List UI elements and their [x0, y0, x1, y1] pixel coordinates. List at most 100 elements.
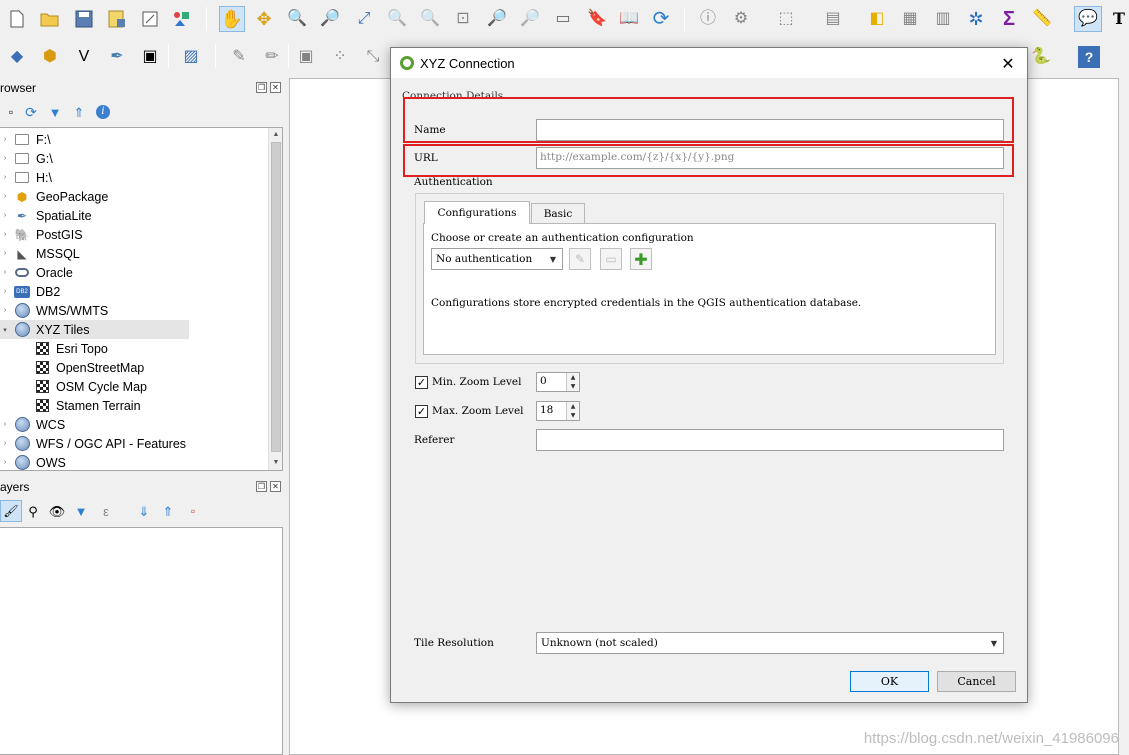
expand-arrow-icon[interactable]: ›	[0, 174, 10, 181]
tree-item-openstreetmap[interactable]: OpenStreetMap	[34, 358, 144, 377]
tree-item-xyz-tiles[interactable]: ▾ XYZ Tiles	[0, 320, 189, 339]
expand-arrow-icon[interactable]: ›	[0, 212, 10, 219]
tile-resolution-select[interactable]: Unknown (not scaled) ▼	[536, 632, 1004, 654]
toggle-editing-icon[interactable]: ▨	[180, 46, 202, 68]
ok-button[interactable]: OK	[850, 671, 929, 692]
info-icon[interactable]: i	[92, 101, 114, 123]
remove-layer-icon[interactable]: ▫	[182, 500, 204, 522]
expand-arrow-icon[interactable]: ›	[0, 193, 10, 200]
browser-scrollbar[interactable]: ▲ ▼	[268, 128, 282, 470]
expand-arrow-icon[interactable]: ›	[0, 269, 10, 276]
tree-item-wcs[interactable]: › WCS	[0, 415, 65, 434]
python-console-icon[interactable]: 🐍	[1030, 46, 1052, 68]
save-as-icon[interactable]	[106, 8, 128, 30]
zoom-last-icon[interactable]: 🔎	[486, 8, 508, 30]
float-panel-button[interactable]: ❐	[256, 82, 267, 93]
expand-arrow-icon[interactable]: ›	[0, 459, 10, 466]
auth-config-select[interactable]: No authentication ▼	[431, 248, 563, 270]
tree-item-h-drive[interactable]: › H:\	[0, 168, 52, 187]
refresh-icon[interactable]: ⟳	[20, 101, 42, 123]
show-bookmarks-icon[interactable]: 📖	[618, 8, 640, 30]
add-feature-icon[interactable]: ⁘	[329, 46, 351, 68]
tree-item-stamen-terrain[interactable]: Stamen Terrain	[34, 396, 141, 415]
scroll-up-icon[interactable]: ▲	[269, 128, 282, 142]
min-zoom-spinbox[interactable]: 0 ▲ ▼	[536, 372, 580, 392]
expand-arrow-icon[interactable]: ›	[0, 231, 10, 238]
expand-arrow-icon[interactable]: ›	[0, 155, 10, 162]
filter-expression-icon[interactable]: ε	[95, 500, 117, 522]
open-project-icon[interactable]	[39, 8, 61, 30]
tree-item-mssql[interactable]: › ◣ MSSQL	[0, 244, 80, 263]
select-icon[interactable]: ⚙	[730, 8, 752, 30]
max-zoom-spinbox[interactable]: 18 ▲ ▼	[536, 401, 580, 421]
sum-icon[interactable]: Σ	[998, 8, 1020, 30]
filter-legend-icon[interactable]: ▼	[70, 500, 92, 522]
add-config-button[interactable]: ✚	[630, 248, 652, 270]
filter-icon[interactable]: ▼	[44, 101, 66, 123]
expand-arrow-icon[interactable]: ›	[0, 288, 10, 295]
tree-item-esri-topo[interactable]: Esri Topo	[34, 339, 108, 358]
max-zoom-checkbox[interactable]: ✓	[415, 405, 428, 418]
add-raster-layer-icon[interactable]: ⬢	[39, 46, 61, 68]
tree-item-wfs[interactable]: › WFS / OGC API - Features	[0, 434, 186, 453]
zoom-native-icon[interactable]: ⊡	[452, 8, 474, 30]
spin-arrows-icon[interactable]: ▲ ▼	[566, 373, 579, 391]
tree-item-wms-wmts[interactable]: › WMS/WMTS	[0, 301, 108, 320]
expand-arrow-icon[interactable]: ›	[0, 250, 10, 257]
spin-arrows-icon[interactable]: ▲ ▼	[566, 402, 579, 420]
tree-item-oracle[interactable]: › Oracle	[0, 263, 73, 282]
tab-basic[interactable]: Basic	[531, 203, 585, 224]
edit-icon[interactable]: ✏	[261, 46, 283, 68]
add-selected-icon[interactable]: ▫	[0, 101, 22, 123]
zoom-selection-icon[interactable]: 🔍	[386, 8, 408, 30]
add-vector-layer-icon[interactable]: ◆	[6, 46, 28, 68]
scroll-down-icon[interactable]: ▼	[269, 456, 282, 470]
tree-item-g-drive[interactable]: › G:\	[0, 149, 53, 168]
min-zoom-checkbox[interactable]: ✓	[415, 376, 428, 389]
new-project-icon[interactable]	[6, 8, 28, 30]
expand-arrow-icon[interactable]: ›	[0, 307, 10, 314]
refresh-icon[interactable]: ⟳	[650, 8, 672, 30]
identify-icon[interactable]: ⓘ	[697, 8, 719, 30]
tree-item-spatialite[interactable]: › ✒ SpatiaLite	[0, 206, 92, 225]
tree-item-osm-cycle-map[interactable]: OSM Cycle Map	[34, 377, 147, 396]
style-layer-icon[interactable]: 🖌	[0, 500, 22, 522]
attribute-table-icon[interactable]: ▤	[822, 8, 844, 30]
measure-icon[interactable]: 📏	[1031, 8, 1053, 30]
help-icon[interactable]: ?	[1078, 46, 1100, 68]
tree-item-postgis[interactable]: › 🐘 PostGIS	[0, 225, 83, 244]
tree-item-geopackage[interactable]: › ⬢ GeoPackage	[0, 187, 108, 206]
new-map-view-icon[interactable]: ▭	[552, 8, 574, 30]
float-panel-button[interactable]: ❐	[256, 481, 267, 492]
pencil-icon[interactable]: ✎	[228, 46, 250, 68]
zoom-out-icon[interactable]: 🔎	[319, 8, 341, 30]
pan-icon[interactable]: ✋	[219, 6, 245, 32]
settings-gear-icon[interactable]: ✲	[965, 8, 987, 30]
save-edits-icon[interactable]: ▣	[295, 46, 317, 68]
collapse-all-icon[interactable]: ⇑	[157, 500, 179, 522]
style-manager-icon[interactable]	[171, 8, 193, 30]
pan-to-selection-icon[interactable]: ✥	[253, 8, 275, 30]
expand-arrow-icon[interactable]: ›	[0, 136, 10, 143]
edit-config-button[interactable]: ✎	[569, 248, 591, 270]
zoom-layer-icon[interactable]: 🔍	[419, 8, 441, 30]
remove-config-button[interactable]: ▭	[600, 248, 622, 270]
tree-item-db2[interactable]: › DB2 DB2	[0, 282, 61, 301]
zoom-full-icon[interactable]: ⤢	[353, 8, 375, 30]
zoom-next-icon[interactable]: 🔎	[519, 8, 541, 30]
field-calculator-icon[interactable]: ◧	[866, 8, 888, 30]
close-panel-button[interactable]: ✕	[270, 481, 281, 492]
digitize-icon[interactable]: ✒	[106, 46, 128, 68]
add-group-icon[interactable]: ⚲	[22, 500, 44, 522]
save-project-icon[interactable]	[73, 8, 95, 30]
referer-input[interactable]	[536, 429, 1004, 451]
close-icon[interactable]: ✕	[997, 52, 1019, 74]
statistics-icon[interactable]: ▦	[899, 8, 921, 30]
close-panel-button[interactable]: ✕	[270, 82, 281, 93]
deselect-icon[interactable]: ⬚	[775, 8, 797, 30]
cancel-button[interactable]: Cancel	[937, 671, 1016, 692]
collapse-arrow-icon[interactable]: ▾	[0, 326, 10, 334]
expand-arrow-icon[interactable]: ›	[0, 440, 10, 447]
new-bookmark-icon[interactable]: 🔖	[586, 8, 608, 30]
print-layout-icon[interactable]	[139, 8, 161, 30]
